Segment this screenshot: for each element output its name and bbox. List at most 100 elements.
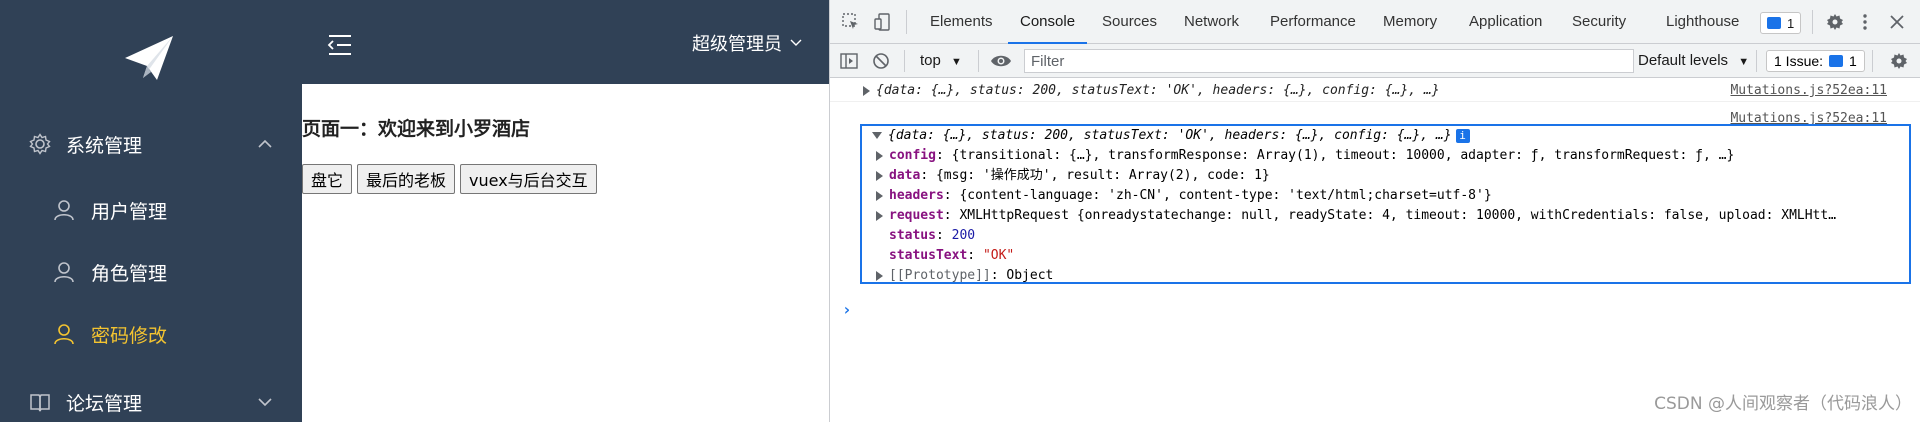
- expand-triangle-icon[interactable]: [876, 190, 883, 201]
- divider: [1812, 10, 1813, 34]
- submenu-password-change[interactable]: 密码修改: [0, 304, 302, 364]
- app-content: 页面一：欢迎来到小罗酒店 盘它 最后的老板 vuex与后台交互: [302, 84, 829, 422]
- preview-text: {data: {…}, status: 200, statusText: 'OK…: [888, 128, 1452, 143]
- tab-elements[interactable]: Elements: [930, 0, 993, 44]
- prop-value: XMLHttpRequest {onreadystatechange: null…: [959, 208, 1837, 223]
- expand-triangle-icon[interactable]: [876, 210, 883, 221]
- menu-fold-icon[interactable]: [327, 34, 353, 56]
- prop-request[interactable]: request: XMLHttpRequest {onreadystatecha…: [876, 206, 1906, 226]
- object-preview[interactable]: {data: {…}, status: 200, statusText: 'OK…: [863, 80, 1440, 102]
- levels-label: Default levels: [1638, 52, 1729, 69]
- tab-console[interactable]: Console: [1007, 0, 1088, 44]
- collapse-triangle-icon[interactable]: [872, 132, 882, 139]
- menu-label: 论坛管理: [66, 392, 143, 415]
- user-name: 超级管理员: [692, 34, 782, 55]
- prop-value: 200: [951, 228, 976, 243]
- close-icon[interactable]: [1888, 13, 1906, 31]
- prop-config[interactable]: config: {transitional: {…}, transformRes…: [876, 146, 1734, 166]
- console-settings-icon[interactable]: [1890, 52, 1908, 70]
- context-select[interactable]: top ▼: [920, 52, 962, 69]
- tab-lighthouse[interactable]: Lighthouse: [1666, 0, 1739, 44]
- menu-system-management[interactable]: 系统管理: [0, 114, 302, 174]
- divider: [978, 50, 979, 72]
- message-icon: [1767, 17, 1781, 29]
- submenu-label: 密码修改: [91, 324, 168, 347]
- menu-forum-management[interactable]: 论坛管理: [0, 372, 302, 422]
- messages-badge[interactable]: 1: [1760, 12, 1802, 34]
- more-options-icon[interactable]: [1856, 13, 1874, 31]
- issues-count: 1: [1849, 53, 1857, 69]
- pan-ta-button[interactable]: 盘它: [302, 164, 353, 194]
- message-icon: [1829, 55, 1844, 67]
- divider: [904, 50, 905, 72]
- prop-value: "OK": [982, 248, 1015, 263]
- tab-memory[interactable]: Memory: [1383, 0, 1437, 44]
- chevron-up-icon: [258, 139, 272, 148]
- console-toolbar: top ▼ Default levels ▼ 1 Issue: 1: [830, 44, 1920, 78]
- book-icon: [30, 394, 50, 412]
- inspect-element-icon[interactable]: [842, 13, 860, 31]
- divider: [906, 10, 907, 34]
- console-output: {data: {…}, status: 200, statusText: 'OK…: [830, 78, 1920, 422]
- paper-plane-logo: [125, 36, 173, 80]
- eye-icon[interactable]: [990, 52, 1012, 70]
- prop-status-text: statusText: "OK": [889, 248, 1015, 263]
- prop-value: {content-language: 'zh-CN', content-type…: [959, 188, 1492, 203]
- prop-value: {msg: '操作成功', result: Array(2), code: 1}: [935, 168, 1270, 183]
- dropdown-arrow-icon: ▼: [951, 56, 962, 68]
- app-header: 超级管理员: [302, 0, 829, 84]
- sidebar-toggle-icon[interactable]: [840, 52, 858, 70]
- user-icon: [54, 262, 74, 283]
- menu-label: 系统管理: [66, 134, 143, 157]
- submenu-label: 角色管理: [91, 262, 168, 285]
- gear-icon: [29, 133, 51, 155]
- tab-sources[interactable]: Sources: [1102, 0, 1157, 44]
- expand-triangle-icon[interactable]: [876, 150, 883, 161]
- tab-security[interactable]: Security: [1572, 0, 1626, 44]
- prop-value: {transitional: {…}, transformResponse: A…: [951, 148, 1735, 163]
- devtools-tabbar: Elements Console Sources Network Perform…: [830, 0, 1920, 44]
- expand-triangle-icon[interactable]: [863, 85, 870, 96]
- chevron-down-icon: [258, 398, 272, 407]
- tab-performance[interactable]: Performance: [1270, 0, 1356, 44]
- prop-prototype[interactable]: [[Prototype]]: Object: [876, 266, 1053, 286]
- divider: [1756, 50, 1757, 72]
- submenu-label: 用户管理: [91, 200, 168, 223]
- settings-icon[interactable]: [1826, 13, 1844, 31]
- device-toolbar-icon[interactable]: [874, 13, 892, 31]
- preview-text: {data: {…}, status: 200, statusText: 'OK…: [876, 83, 1440, 98]
- last-boss-button[interactable]: 最后的老板: [357, 164, 456, 194]
- prop-data[interactable]: data: {msg: '操作成功', result: Array(2), co…: [876, 166, 1270, 186]
- tab-application[interactable]: Application: [1469, 0, 1542, 44]
- app-sidebar: 系统管理 用户管理 角色管理 密码修改 论坛管理: [0, 0, 302, 422]
- divider: [1872, 50, 1873, 72]
- devtools-panel: Elements Console Sources Network Perform…: [829, 0, 1920, 422]
- source-link[interactable]: Mutations.js?52ea:11: [1730, 80, 1887, 102]
- issues-button[interactable]: 1 Issue: 1: [1766, 50, 1865, 72]
- console-message[interactable]: {data: {…}, status: 200, statusText: 'OK…: [830, 80, 1920, 102]
- chevron-down-icon: [790, 39, 802, 46]
- context-value: top: [920, 52, 941, 69]
- prop-headers[interactable]: headers: {content-language: 'zh-CN', con…: [876, 186, 1492, 206]
- prop-value: Object: [1006, 268, 1054, 283]
- button-row: 盘它 最后的老板 vuex与后台交互: [302, 164, 597, 194]
- tab-network[interactable]: Network: [1184, 0, 1239, 44]
- log-levels-select[interactable]: Default levels ▼: [1638, 52, 1749, 69]
- issues-label: 1 Issue:: [1774, 53, 1824, 69]
- user-icon: [54, 324, 74, 345]
- submenu-role-management[interactable]: 角色管理: [0, 242, 302, 302]
- vuex-backend-button[interactable]: vuex与后台交互: [460, 164, 597, 194]
- expand-triangle-icon[interactable]: [876, 270, 883, 281]
- page-title: 页面一：欢迎来到小罗酒店: [302, 118, 531, 140]
- submenu-user-management[interactable]: 用户管理: [0, 180, 302, 240]
- clear-console-icon[interactable]: [872, 52, 890, 70]
- object-preview[interactable]: {data: {…}, status: 200, statusText: 'OK…: [872, 126, 1470, 146]
- user-dropdown[interactable]: 超级管理员: [692, 30, 802, 56]
- expand-triangle-icon[interactable]: [876, 170, 883, 181]
- filter-input[interactable]: [1024, 49, 1634, 73]
- watermark: CSDN @人间观察者（代码浪人）: [1654, 394, 1912, 414]
- dropdown-arrow-icon: ▼: [1738, 56, 1750, 68]
- screen: 系统管理 用户管理 角色管理 密码修改 论坛管理 超级管理员 页面一：欢迎来到小…: [0, 0, 1920, 422]
- info-icon[interactable]: i: [1455, 128, 1470, 143]
- console-prompt-icon[interactable]: ›: [842, 300, 852, 319]
